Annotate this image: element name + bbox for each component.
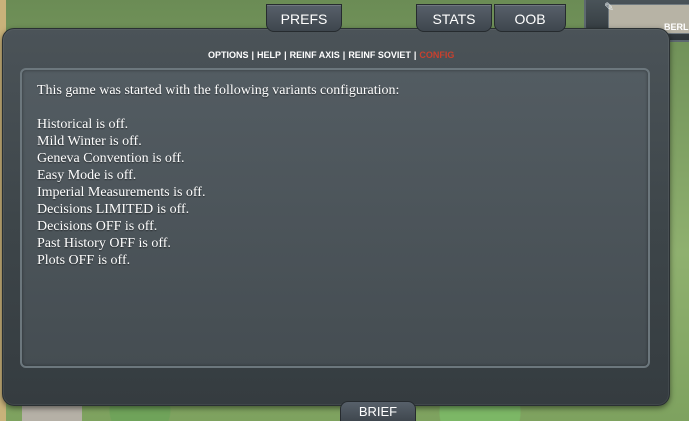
variant-line: Decisions OFF is off. (37, 219, 158, 234)
variant-line: Past History OFF is off. (37, 236, 171, 251)
tab-oob[interactable]: OOB (494, 4, 566, 32)
variant-line: Decisions LIMITED is off. (37, 202, 190, 217)
variant-line: Mild Winter is off. (37, 134, 142, 149)
tab-brief[interactable]: BRIEF (340, 401, 416, 421)
submenu-separator: | (284, 50, 287, 60)
minimap-city-label: BERL (664, 22, 689, 32)
tab-stats[interactable]: STATS (416, 4, 492, 32)
variant-line: Plots OFF is off. (37, 253, 131, 268)
submenu-separator: | (251, 50, 255, 60)
submenu-links: OPTIONS | HELP | REINF AXIS | REINF SOVIET | CON… (208, 50, 454, 60)
variant-list: Historical is off. Mild Winter is off. G… (37, 116, 205, 269)
map-city-patch (22, 404, 82, 421)
submenu-bar: OPTIONS | HELP | REINF AXIS | REINF SOVIET | CON… (0, 50, 689, 64)
variant-line: Easy Mode is off. (37, 168, 137, 183)
submenu-reinf-axis[interactable]: REINF AXIS (290, 50, 340, 60)
tab-prefs[interactable]: PREFS (266, 4, 342, 32)
variant-line: Historical is off. (37, 117, 129, 132)
submenu-config[interactable]: CONFIG (419, 50, 454, 60)
submenu-reinf-soviet[interactable]: REINF SOVIET (348, 50, 411, 60)
submenu-options[interactable]: OPTIONS (208, 50, 249, 60)
config-intro-text: This game was started with the following… (37, 83, 400, 98)
submenu-help[interactable]: HELP (257, 50, 281, 60)
minimap-toggle-icon[interactable]: ✎ (604, 0, 624, 14)
variant-line: Geneva Convention is off. (37, 151, 185, 166)
config-text-box: This game was started with the following… (20, 68, 650, 368)
variant-line: Imperial Measurements is off. (37, 185, 206, 200)
